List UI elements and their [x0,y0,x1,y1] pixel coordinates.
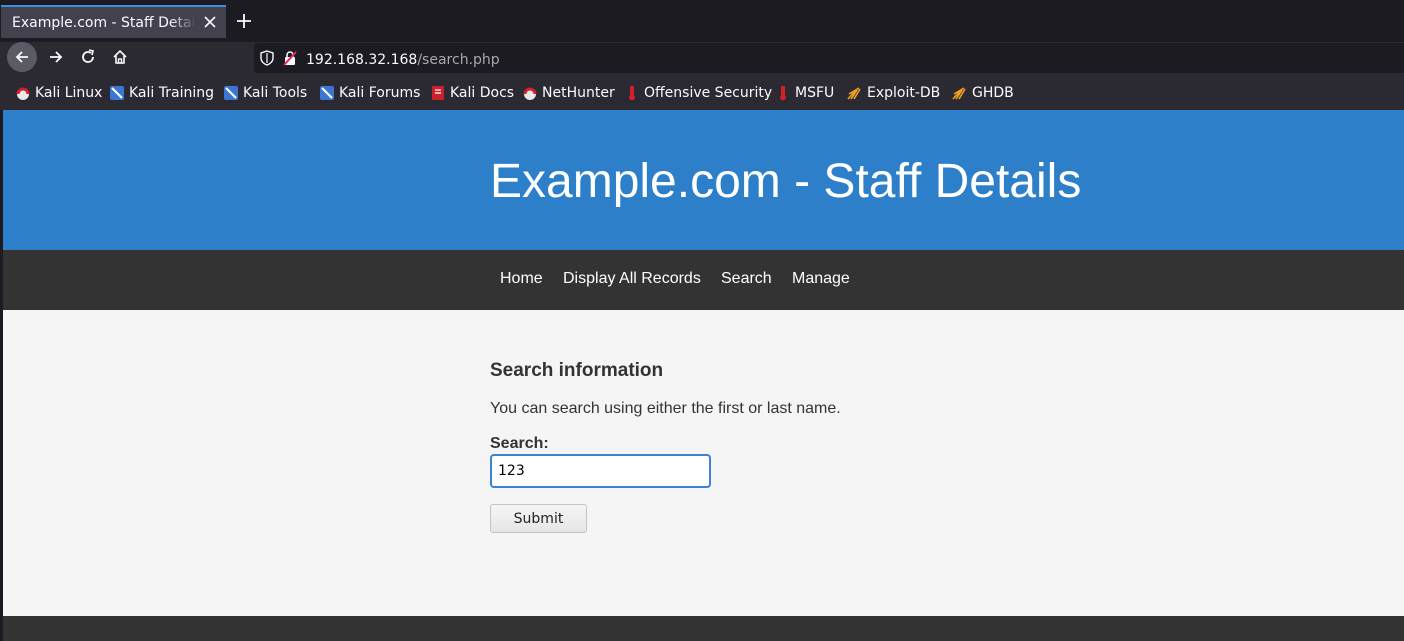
tab-strip: Example.com - Staff Details [0,0,1404,42]
submit-button[interactable]: Submit [490,504,587,533]
bookmark-kali-training[interactable]: Kali Training [109,84,214,102]
url-text: 192.168.32.168/search.php [306,49,500,68]
bookmark-label: GHDB [972,85,1014,101]
active-tab[interactable]: Example.com - Staff Details [1,5,226,38]
exploitdb-icon [847,85,863,101]
nethunter-icon [522,85,538,101]
bookmark-label: Kali Linux [35,85,103,101]
bookmark-msfu[interactable]: MSFU [775,84,834,102]
nav-link-search[interactable]: Search [721,270,772,288]
tab-title: Example.com - Staff Details [12,14,196,31]
plus-icon[interactable] [233,10,255,32]
kali-training-icon [109,85,125,101]
bookmark-kali-linux[interactable]: Kali Linux [15,84,102,102]
kali-docs-icon [430,85,446,101]
search-input[interactable] [490,454,711,488]
search-label: Search: [490,435,549,452]
offsec-icon [624,85,640,101]
bookmark-ghdb[interactable]: GHDB [952,84,1014,102]
close-icon[interactable] [202,14,218,30]
site-nav: Home Display All Records Search Manage [3,250,1404,310]
nav-link-display-all[interactable]: Display All Records [563,270,701,288]
bookmark-label: NetHunter [542,85,615,101]
bookmark-label: Kali Forums [339,85,421,101]
bookmark-nethunter[interactable]: NetHunter [522,84,615,102]
bookmark-kali-forums[interactable]: Kali Forums [319,84,420,102]
bookmark-label: Kali Tools [243,85,308,101]
bookmark-label: Kali Training [129,85,214,101]
bookmarks-toolbar: Kali Linux Kali Training Kali Tools Kali… [0,76,1404,110]
reload-icon[interactable] [73,42,103,72]
url-path: /search.php [417,51,500,68]
arrow-right-icon[interactable] [41,42,71,72]
nav-link-manage[interactable]: Manage [792,270,850,288]
msfu-icon [775,85,791,101]
kali-icon [15,85,31,101]
url-host: 192.168.32.168 [306,51,418,68]
arrow-left-icon[interactable] [7,42,37,72]
bookmark-label: MSFU [795,85,835,101]
bookmark-offensive-security[interactable]: Offensive Security [624,84,772,102]
site-header: Example.com - Staff Details [3,110,1404,250]
bookmark-kali-tools[interactable]: Kali Tools [223,84,307,102]
bookmark-label: Kali Docs [450,85,515,101]
address-bar[interactable]: 192.168.32.168/search.php [254,43,1404,73]
bookmark-label: Offensive Security [644,85,773,101]
shield-icon[interactable] [260,50,276,66]
bookmark-kali-docs[interactable]: Kali Docs [430,84,514,102]
kali-forums-icon [319,85,335,101]
web-page: Example.com - Staff Details Home Display… [3,110,1404,641]
page-title: Example.com - Staff Details [490,155,1082,208]
bookmark-exploit-db[interactable]: Exploit-DB [847,84,940,102]
search-heading: Search information [490,360,664,381]
home-icon[interactable] [105,42,135,72]
search-description: You can search using either the first or… [490,400,841,417]
navigation-toolbar: 192.168.32.168/search.php [0,42,1404,76]
ghdb-icon [952,85,968,101]
bookmark-label: Exploit-DB [867,85,941,101]
nav-link-home[interactable]: Home [500,270,543,288]
insecure-lock-icon[interactable] [282,50,298,66]
kali-tools-icon [223,85,239,101]
site-footer [3,616,1404,641]
